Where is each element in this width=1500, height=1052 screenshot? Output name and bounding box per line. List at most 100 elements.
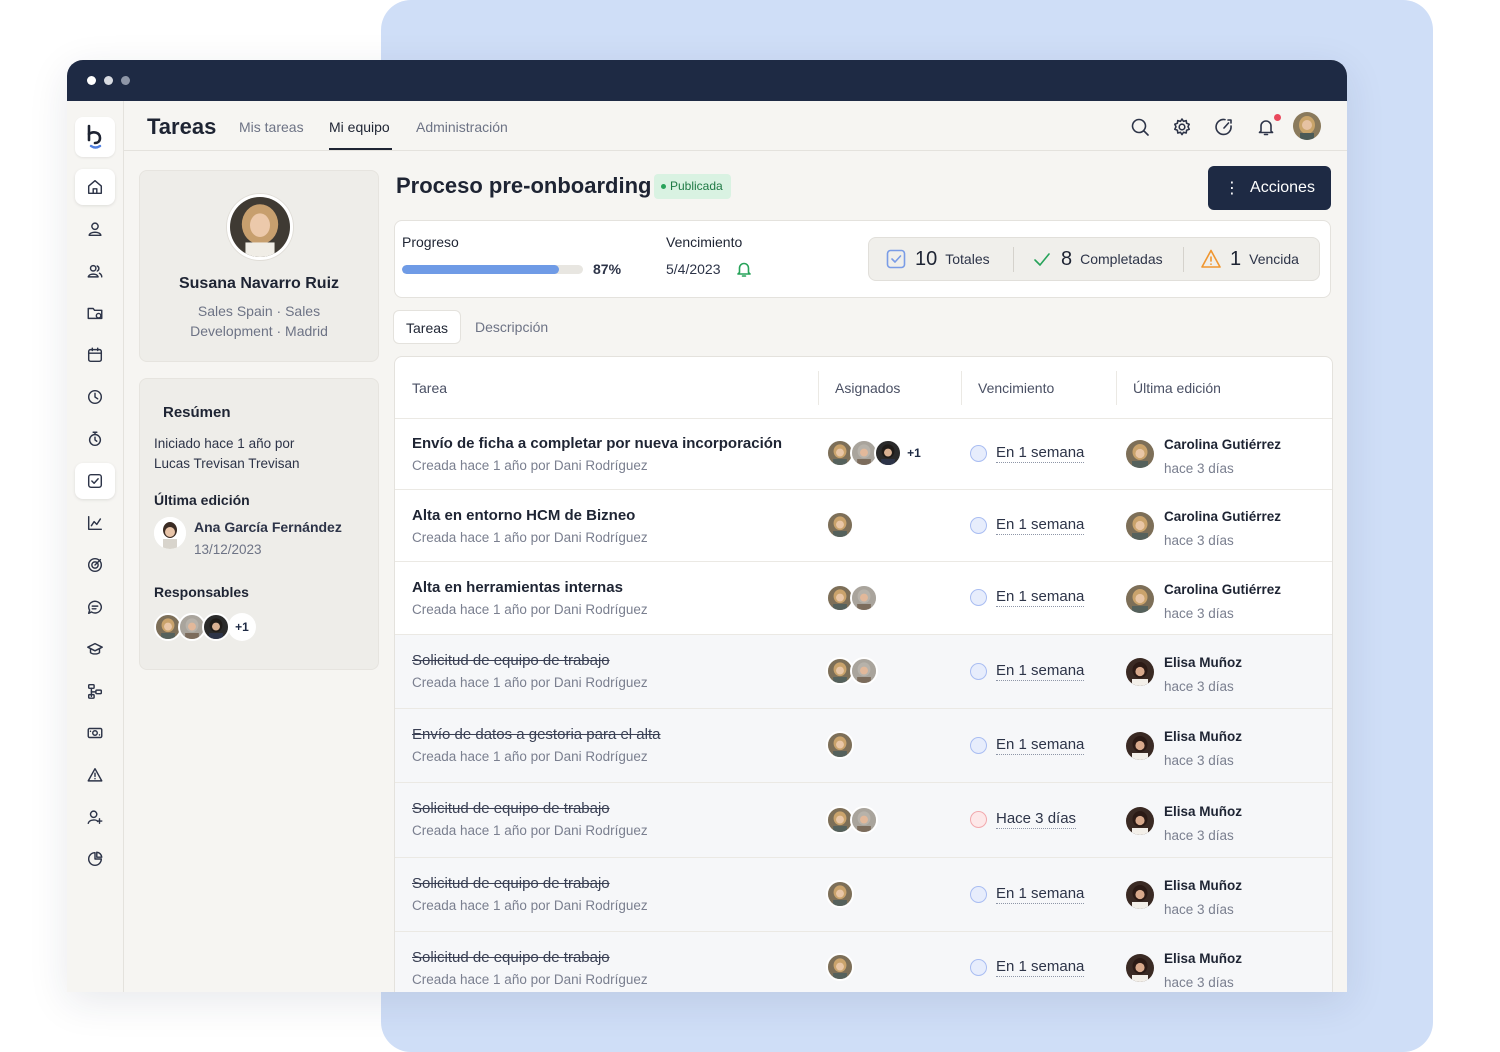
settings-icon[interactable] (1172, 117, 1192, 137)
table-row[interactable]: Envío de ficha a completar por nueva inc… (395, 418, 1332, 490)
column-header-ultima-edicion[interactable]: Última edición (1133, 380, 1221, 396)
overdue-label: Vencida (1249, 251, 1299, 267)
progress-bar (402, 265, 583, 274)
notification-badge (1274, 114, 1281, 121)
task-title[interactable]: Envío de ficha a completar por nueva inc… (412, 435, 782, 452)
pie-icon[interactable] (75, 841, 115, 877)
tab-descripcion[interactable]: Descripción (463, 310, 560, 344)
profile-card: Susana Navarro Ruiz Sales Spain · Sales … (139, 170, 379, 362)
progress-label: Progreso (402, 234, 459, 250)
due-cell[interactable]: En 1 semana (970, 732, 1085, 758)
folder-icon[interactable] (75, 295, 115, 331)
tab-mi-equipo[interactable]: Mi equipo (329, 119, 390, 135)
due-text: En 1 semana (996, 884, 1085, 904)
stats-card: Progreso 87% Vencimiento 5/4/2023 10 Tot… (394, 220, 1331, 298)
target-icon[interactable] (75, 547, 115, 583)
users-icon[interactable] (75, 253, 115, 289)
due-cell[interactable]: En 1 semana (970, 954, 1085, 980)
due-text: Hace 3 días (996, 810, 1077, 829)
status-badge: Publicada (654, 174, 731, 199)
progress-percent: 87% (593, 261, 622, 277)
window-dot-close[interactable] (87, 76, 96, 85)
task-title[interactable]: Alta en entorno HCM de Bizneo (412, 507, 635, 524)
avatar (1126, 584, 1154, 613)
table-row[interactable]: Solicitud de equipo de trabajo Creada hac… (395, 783, 1332, 858)
alert-icon[interactable] (75, 757, 115, 793)
progress-fill (402, 265, 560, 274)
edit-date: hace 3 días (1164, 827, 1234, 843)
task-title[interactable]: Envío de datos a gestoria para el alta (412, 726, 661, 743)
profile-name: Susana Navarro Ruiz (178, 275, 340, 292)
bell-icon[interactable] (1256, 117, 1276, 137)
task-subtitle: Creada hace 1 año por Dani Rodríguez (412, 749, 648, 764)
tab-administracion[interactable]: Administración (416, 119, 508, 135)
editor-name: Elisa Muñoz (1164, 803, 1243, 819)
avatar (202, 613, 230, 641)
edit-date: hace 3 días (1164, 975, 1234, 990)
task-title[interactable]: Solicitud de equipo de trabajo (412, 800, 610, 817)
due-text: En 1 semana (996, 443, 1085, 463)
table-row[interactable]: Solicitud de equipo de trabajo Creada hac… (395, 858, 1332, 932)
clock-icon[interactable] (75, 379, 115, 415)
task-subtitle: Creada hace 1 año por Dani Rodríguez (412, 898, 648, 913)
due-cell[interactable]: En 1 semana (970, 881, 1085, 907)
completed-count: 8 (1061, 247, 1073, 270)
chat-icon[interactable] (75, 589, 115, 625)
task-title[interactable]: Solicitud de equipo de trabajo (412, 949, 610, 966)
avatar (1126, 512, 1154, 540)
due-cell[interactable]: En 1 semana (970, 585, 1085, 611)
table-row[interactable]: Solicitud de equipo de trabajo Creada hac… (395, 635, 1332, 709)
due-cell[interactable]: En 1 semana (970, 512, 1085, 538)
calendar-icon[interactable] (75, 337, 115, 373)
due-text: En 1 semana (996, 515, 1085, 535)
avatar (1126, 881, 1154, 909)
speed-icon[interactable] (1214, 117, 1234, 137)
table-row[interactable]: Envío de datos a gestoria para el alta Cr… (395, 709, 1332, 783)
due-cell[interactable]: En 1 semana (970, 440, 1085, 466)
table-row[interactable]: Alta en entorno HCM de Bizneo Creada hace… (395, 490, 1332, 562)
edit-date: hace 3 días (1164, 753, 1234, 768)
bizneo-logo[interactable] (75, 117, 115, 157)
checkbox-icon[interactable] (75, 463, 115, 499)
avatar (850, 657, 878, 685)
task-title[interactable]: Alta en herramientas internas (412, 579, 623, 596)
last-editor-avatar (154, 517, 186, 549)
task-title[interactable]: Solicitud de equipo de trabajo (412, 875, 610, 892)
window-dot-minimize[interactable] (104, 76, 113, 85)
table-row[interactable]: Solicitud de equipo de trabajo Creada hac… (395, 932, 1332, 992)
flow-icon[interactable] (75, 673, 115, 709)
user-plus-icon[interactable] (75, 799, 115, 835)
column-header-tarea[interactable]: Tarea (412, 380, 447, 396)
due-status-dot (970, 885, 987, 903)
table-row[interactable]: Alta en herramientas internas Creada hace… (395, 562, 1332, 635)
column-header-vencimiento[interactable]: Vencimiento (978, 380, 1054, 396)
tab-tareas[interactable]: Tareas (393, 310, 462, 344)
money-icon[interactable] (75, 715, 115, 751)
avatar (1126, 732, 1154, 760)
column-divider (818, 371, 819, 405)
avatar[interactable] (1293, 112, 1321, 140)
tab-mis-tareas[interactable]: Mis tareas (239, 119, 304, 135)
column-header-asignados[interactable]: Asignados (835, 380, 900, 396)
chart-icon[interactable] (75, 505, 115, 541)
due-status-dot (970, 958, 987, 976)
graduation-icon[interactable] (75, 631, 115, 667)
due-cell[interactable]: Hace 3 días (970, 807, 1077, 833)
task-subtitle: Creada hace 1 año por Dani Rodríguez (412, 675, 648, 690)
due-date: 5/4/2023 (666, 261, 721, 277)
home-icon[interactable] (75, 169, 115, 205)
actions-button[interactable]: ⋮ Acciones (1208, 166, 1331, 210)
more-assignees-badge[interactable]: +1 (900, 439, 928, 467)
window-dot-maximize[interactable] (121, 76, 130, 85)
timer-icon[interactable] (75, 421, 115, 457)
bell-icon[interactable] (735, 260, 753, 278)
avatar (850, 805, 878, 834)
due-status-dot (970, 444, 987, 462)
user-icon[interactable] (75, 211, 115, 247)
editor-name: Elisa Muñoz (1164, 878, 1243, 893)
more-assignees-badge[interactable]: +1 (228, 613, 256, 641)
search-icon[interactable] (1130, 117, 1150, 137)
due-cell[interactable]: En 1 semana (970, 658, 1085, 684)
task-title[interactable]: Solicitud de equipo de trabajo (412, 652, 610, 669)
window-titlebar (67, 60, 1347, 101)
